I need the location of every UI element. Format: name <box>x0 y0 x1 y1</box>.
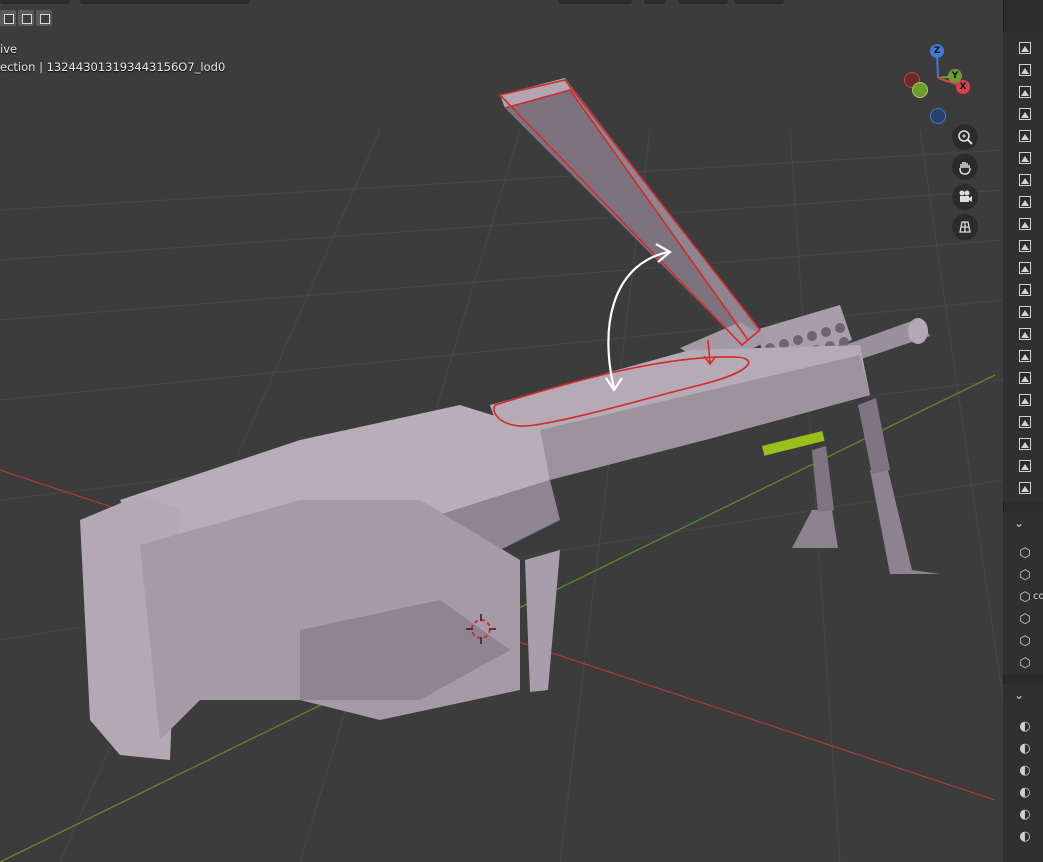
navigation-gizmo[interactable]: Z Y X <box>898 38 978 128</box>
image-icon <box>1019 460 1031 472</box>
cube-icon: ⬡ <box>1019 611 1031 627</box>
image-item[interactable] <box>1017 172 1033 188</box>
image-item[interactable] <box>1017 458 1033 474</box>
image-item[interactable] <box>1017 216 1033 232</box>
chevron-down-icon[interactable]: ⌄ <box>1014 516 1024 530</box>
image-item[interactable] <box>1017 194 1033 210</box>
object-label: co <box>1033 591 1043 602</box>
image-item[interactable] <box>1017 260 1033 276</box>
gizmo-z-axis[interactable]: Z <box>930 44 944 58</box>
material-sphere-icon: ◐ <box>1019 718 1031 734</box>
material-sphere-icon: ◐ <box>1019 806 1031 822</box>
rifle-model[interactable] <box>80 78 940 760</box>
image-icon <box>1019 86 1031 98</box>
image-item[interactable] <box>1017 348 1033 364</box>
image-item[interactable] <box>1017 238 1033 254</box>
image-item[interactable] <box>1017 106 1033 122</box>
image-item[interactable] <box>1017 150 1033 166</box>
image-icon <box>1019 130 1031 142</box>
object-item[interactable]: ⬡ <box>1017 589 1033 605</box>
image-icon <box>1019 438 1031 450</box>
3d-viewport[interactable]: ive ection | 132443013193443156O7_lod0 Z… <box>0 0 1003 862</box>
image-item[interactable] <box>1017 480 1033 496</box>
image-item[interactable] <box>1017 414 1033 430</box>
material-item[interactable]: ◐ <box>1017 762 1033 778</box>
image-icon <box>1019 372 1031 384</box>
image-icon <box>1019 64 1031 76</box>
image-icon <box>1019 108 1031 120</box>
grid-view-icon[interactable] <box>952 214 978 240</box>
material-item[interactable]: ◐ <box>1017 740 1033 756</box>
image-icon <box>1019 394 1031 406</box>
image-item[interactable] <box>1017 304 1033 320</box>
object-item[interactable]: ⬡ <box>1017 633 1033 649</box>
gizmo-neg-y-axis[interactable] <box>912 82 928 98</box>
image-icon <box>1019 240 1031 252</box>
zoom-icon[interactable] <box>952 124 978 150</box>
image-item[interactable] <box>1017 84 1033 100</box>
image-item[interactable] <box>1017 436 1033 452</box>
material-item[interactable]: ◐ <box>1017 806 1033 822</box>
image-item[interactable] <box>1017 392 1033 408</box>
object-item[interactable]: ⬡ <box>1017 545 1033 561</box>
material-item[interactable]: ◐ <box>1017 828 1033 844</box>
camera-icon[interactable] <box>952 184 978 210</box>
cube-icon: ⬡ <box>1019 545 1031 561</box>
image-item[interactable] <box>1017 326 1033 342</box>
image-icon <box>1019 196 1031 208</box>
image-icon <box>1019 42 1031 54</box>
image-icon <box>1019 306 1031 318</box>
object-item[interactable]: ⬡ <box>1017 567 1033 583</box>
cube-icon: ⬡ <box>1019 633 1031 649</box>
material-sphere-icon: ◐ <box>1019 740 1031 756</box>
cube-icon: ⬡ <box>1019 589 1031 605</box>
material-item[interactable]: ◐ <box>1017 784 1033 800</box>
material-item[interactable]: ◐ <box>1017 718 1033 734</box>
material-sphere-icon: ◐ <box>1019 762 1031 778</box>
image-item[interactable] <box>1017 40 1033 56</box>
image-item[interactable] <box>1017 282 1033 298</box>
image-item[interactable] <box>1017 62 1033 78</box>
image-icon <box>1019 174 1031 186</box>
chevron-down-icon[interactable]: ⌄ <box>1014 688 1024 702</box>
image-icon <box>1019 482 1031 494</box>
image-item[interactable] <box>1017 370 1033 386</box>
cube-icon: ⬡ <box>1019 567 1031 583</box>
object-item[interactable]: ⬡ <box>1017 611 1033 627</box>
image-icon <box>1019 262 1031 274</box>
image-icon <box>1019 416 1031 428</box>
image-item[interactable] <box>1017 128 1033 144</box>
image-icon <box>1019 328 1031 340</box>
scene-canvas <box>0 78 1003 862</box>
gizmo-x-axis[interactable]: X <box>956 80 970 94</box>
image-icon <box>1019 284 1031 296</box>
object-item[interactable]: ⬡ <box>1017 655 1033 671</box>
material-sphere-icon: ◐ <box>1019 784 1031 800</box>
gizmo-neg-z-axis[interactable] <box>930 108 946 124</box>
image-icon <box>1019 350 1031 362</box>
hand-pan-icon[interactable] <box>952 154 978 180</box>
material-sphere-icon: ◐ <box>1019 828 1031 844</box>
image-icon <box>1019 218 1031 230</box>
cube-icon: ⬡ <box>1019 655 1031 671</box>
image-icon <box>1019 152 1031 164</box>
